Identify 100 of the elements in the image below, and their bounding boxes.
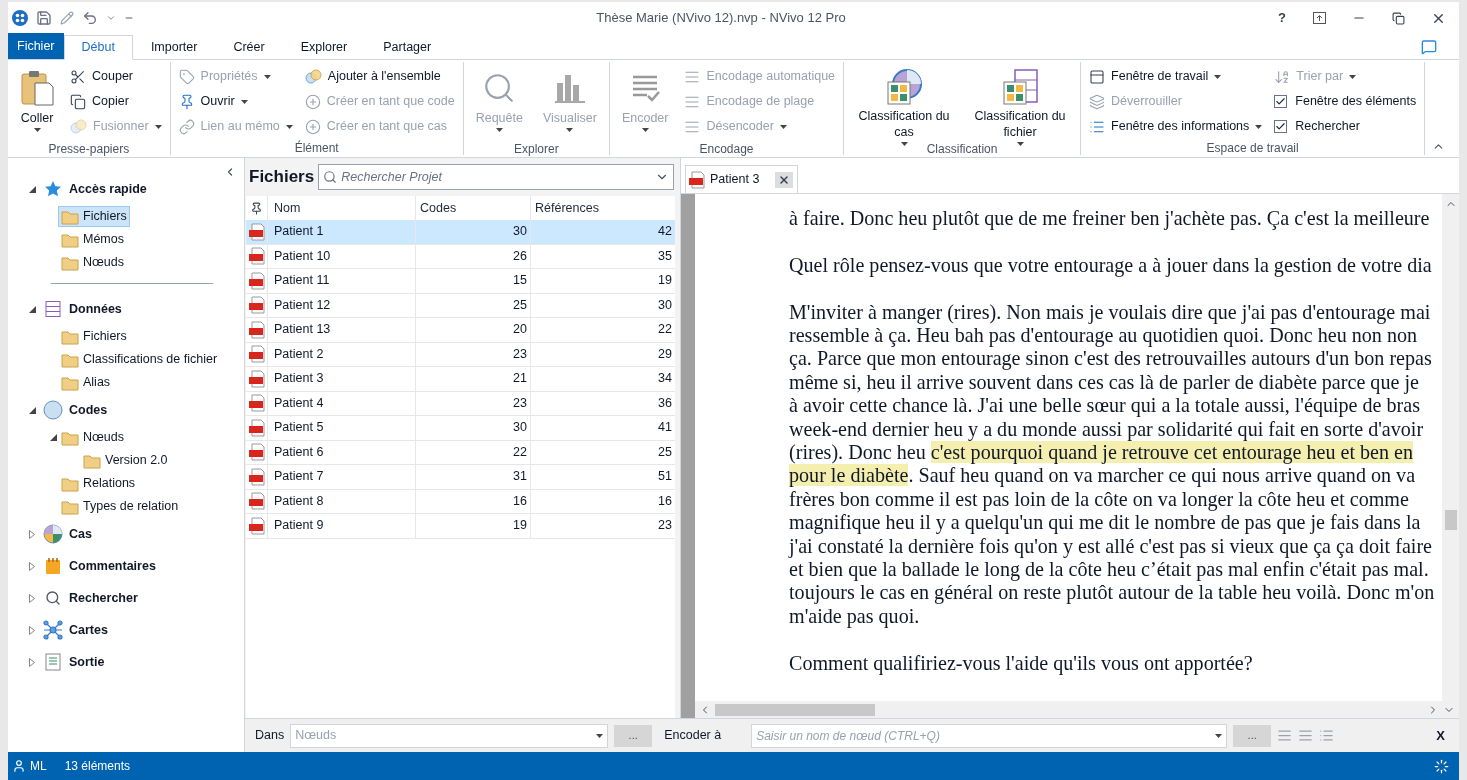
- undo-icon[interactable]: [82, 10, 98, 26]
- busy-icon: [1434, 758, 1449, 774]
- table-cell: Patient 8: [268, 489, 416, 513]
- ribbon-button[interactable]: Copier: [66, 89, 166, 114]
- table-row[interactable]: Patient 8 16 16: [246, 489, 675, 514]
- ribbon-button[interactable]: Coller: [12, 64, 62, 140]
- table-row[interactable]: Patient 2 23 29: [246, 342, 675, 367]
- ribbon-tab[interactable]: Explorer: [282, 35, 366, 60]
- tree-item[interactable]: Fichiers: [58, 326, 130, 347]
- lines-icon[interactable]: [1298, 728, 1314, 743]
- ribbon-button[interactable]: Classification du cas: [848, 64, 961, 140]
- tree-item[interactable]: Version 2.0: [80, 450, 171, 471]
- tree-section[interactable]: Sortie: [69, 652, 105, 672]
- ribbon-button[interactable]: Classification du fichier: [964, 64, 1077, 140]
- help-button[interactable]: ?: [1268, 8, 1296, 28]
- group-label: Encodage: [698, 141, 755, 158]
- pencil-icon[interactable]: [60, 11, 74, 25]
- collapsed-arrow-icon[interactable]: [29, 593, 35, 603]
- vertical-scrollbar[interactable]: [1442, 194, 1459, 701]
- close-button[interactable]: X: [1432, 725, 1449, 746]
- scroll-thumb[interactable]: [1444, 510, 1457, 530]
- caret-icon: [596, 733, 604, 738]
- ribbon-button[interactable]: Ouvrir: [174, 89, 297, 114]
- ribbon-button[interactable]: Couper: [66, 64, 166, 89]
- chart-grid-icon: [885, 68, 924, 106]
- document-text: ressemble à ça. Heu bah pas d'entourage au quotidien quoi. Donc heu non non: [789, 324, 1418, 346]
- browse-button[interactable]: ...: [614, 724, 653, 747]
- file-tab[interactable]: Fichier: [8, 33, 64, 59]
- expanded-arrow-icon[interactable]: [49, 434, 57, 441]
- ribbon-tab[interactable]: Début: [63, 35, 133, 60]
- tree-item[interactable]: Fichiers: [58, 206, 130, 227]
- collapsed-arrow-icon[interactable]: [29, 625, 35, 635]
- browse-button[interactable]: ...: [1233, 724, 1272, 747]
- tree-section[interactable]: Rechercher: [69, 588, 138, 608]
- table-cell-text: 34: [657, 370, 673, 388]
- ribbon-button[interactable]: Fenêtre de travail: [1085, 64, 1267, 89]
- ribbon-tab[interactable]: Créer: [215, 35, 283, 60]
- plus-circle-icon: [304, 118, 321, 135]
- node-field[interactable]: Saisir un nom de nœud (CTRL+Q): [751, 723, 1228, 748]
- list-icon[interactable]: [1319, 728, 1335, 743]
- field-label: Dans: [255, 727, 285, 745]
- table-row[interactable]: Patient 5 30 41: [246, 416, 675, 441]
- ribbon-tab[interactable]: Partager: [365, 35, 450, 60]
- tree-item[interactable]: Classifications de fichier: [58, 349, 221, 370]
- table-row[interactable]: Patient 11 15 19: [246, 269, 675, 294]
- expanded-arrow-icon[interactable]: [28, 185, 36, 193]
- column-header[interactable]: Références: [531, 196, 675, 220]
- table-row[interactable]: Patient 12 25 30: [246, 293, 675, 318]
- tree-section[interactable]: Commentaires: [69, 556, 156, 576]
- collapsed-arrow-icon[interactable]: [29, 561, 35, 571]
- layers-icon: [1089, 93, 1106, 110]
- table-cell: 15: [416, 269, 531, 293]
- checkbox[interactable]: [1274, 95, 1288, 108]
- expanded-arrow-icon[interactable]: [28, 406, 36, 414]
- table-row[interactable]: Patient 13 20 22: [246, 318, 675, 343]
- table-cell: 23: [416, 342, 531, 366]
- tag-icon: [178, 68, 195, 85]
- collapsed-arrow-icon[interactable]: [29, 529, 35, 539]
- close-icon[interactable]: [778, 173, 791, 186]
- feedback-icon[interactable]: [1421, 39, 1437, 55]
- tree-item[interactable]: Nœuds: [58, 427, 127, 448]
- table-cell: Patient 13: [268, 318, 416, 342]
- tree-section[interactable]: Accès rapide: [69, 179, 147, 199]
- tree-section[interactable]: Codes: [69, 400, 108, 420]
- ribbon-display-icon[interactable]: [1313, 12, 1326, 24]
- horizontal-scrollbar[interactable]: [695, 701, 1459, 718]
- tree-item[interactable]: Alias: [58, 372, 114, 393]
- tree-item[interactable]: Types de relation: [58, 496, 182, 517]
- search-field[interactable]: Rechercher Projet: [318, 164, 674, 190]
- folder-icon: [61, 475, 79, 492]
- tree-section[interactable]: Données: [69, 299, 122, 319]
- expanded-arrow-icon[interactable]: [28, 305, 36, 313]
- table-row[interactable]: Patient 10 26 35: [246, 244, 675, 269]
- document-tab[interactable]: Patient 3: [685, 165, 799, 193]
- ribbon-button[interactable]: Fenêtre des informations: [1085, 114, 1267, 139]
- table-row[interactable]: Patient 7 31 51: [246, 465, 675, 490]
- table-row[interactable]: Patient 1 30 42: [246, 220, 675, 245]
- network-icon: [43, 620, 63, 640]
- table-row[interactable]: Patient 4 23 36: [246, 391, 675, 416]
- table-row[interactable]: Patient 9 19 23: [246, 514, 675, 539]
- tree-item[interactable]: Relations: [58, 473, 139, 494]
- lines-icon[interactable]: [1277, 728, 1293, 743]
- ribbon-button[interactable]: Ajouter à l'ensemble: [300, 64, 459, 89]
- document-text: m'aide pas quoi.: [789, 604, 920, 627]
- document-icon: [45, 653, 61, 671]
- table-row[interactable]: Patient 3 21 34: [246, 367, 675, 392]
- restore-icon[interactable]: [1392, 11, 1405, 25]
- document-text: Comment qualifiriez-vous l'aide qu'ils vous ont apportée?: [789, 651, 1253, 674]
- collapsed-arrow-icon[interactable]: [29, 657, 35, 667]
- save-icon[interactable]: [36, 10, 52, 26]
- checkbox[interactable]: [1274, 120, 1288, 133]
- group-label: Explorer: [512, 141, 560, 158]
- ribbon-tab[interactable]: Importer: [132, 35, 216, 60]
- document-text: toujours le cas en général on reste plutôt autour de la table heu voilà. Donc m'on: [789, 581, 1435, 604]
- tree-item[interactable]: Nœuds: [58, 252, 127, 273]
- tree-item[interactable]: Mémos: [58, 229, 127, 250]
- table-row[interactable]: Patient 6 22 25: [246, 440, 675, 465]
- tree-section[interactable]: Cas: [69, 524, 92, 544]
- scroll-thumb[interactable]: [715, 703, 875, 716]
- tree-section[interactable]: Cartes: [69, 620, 108, 640]
